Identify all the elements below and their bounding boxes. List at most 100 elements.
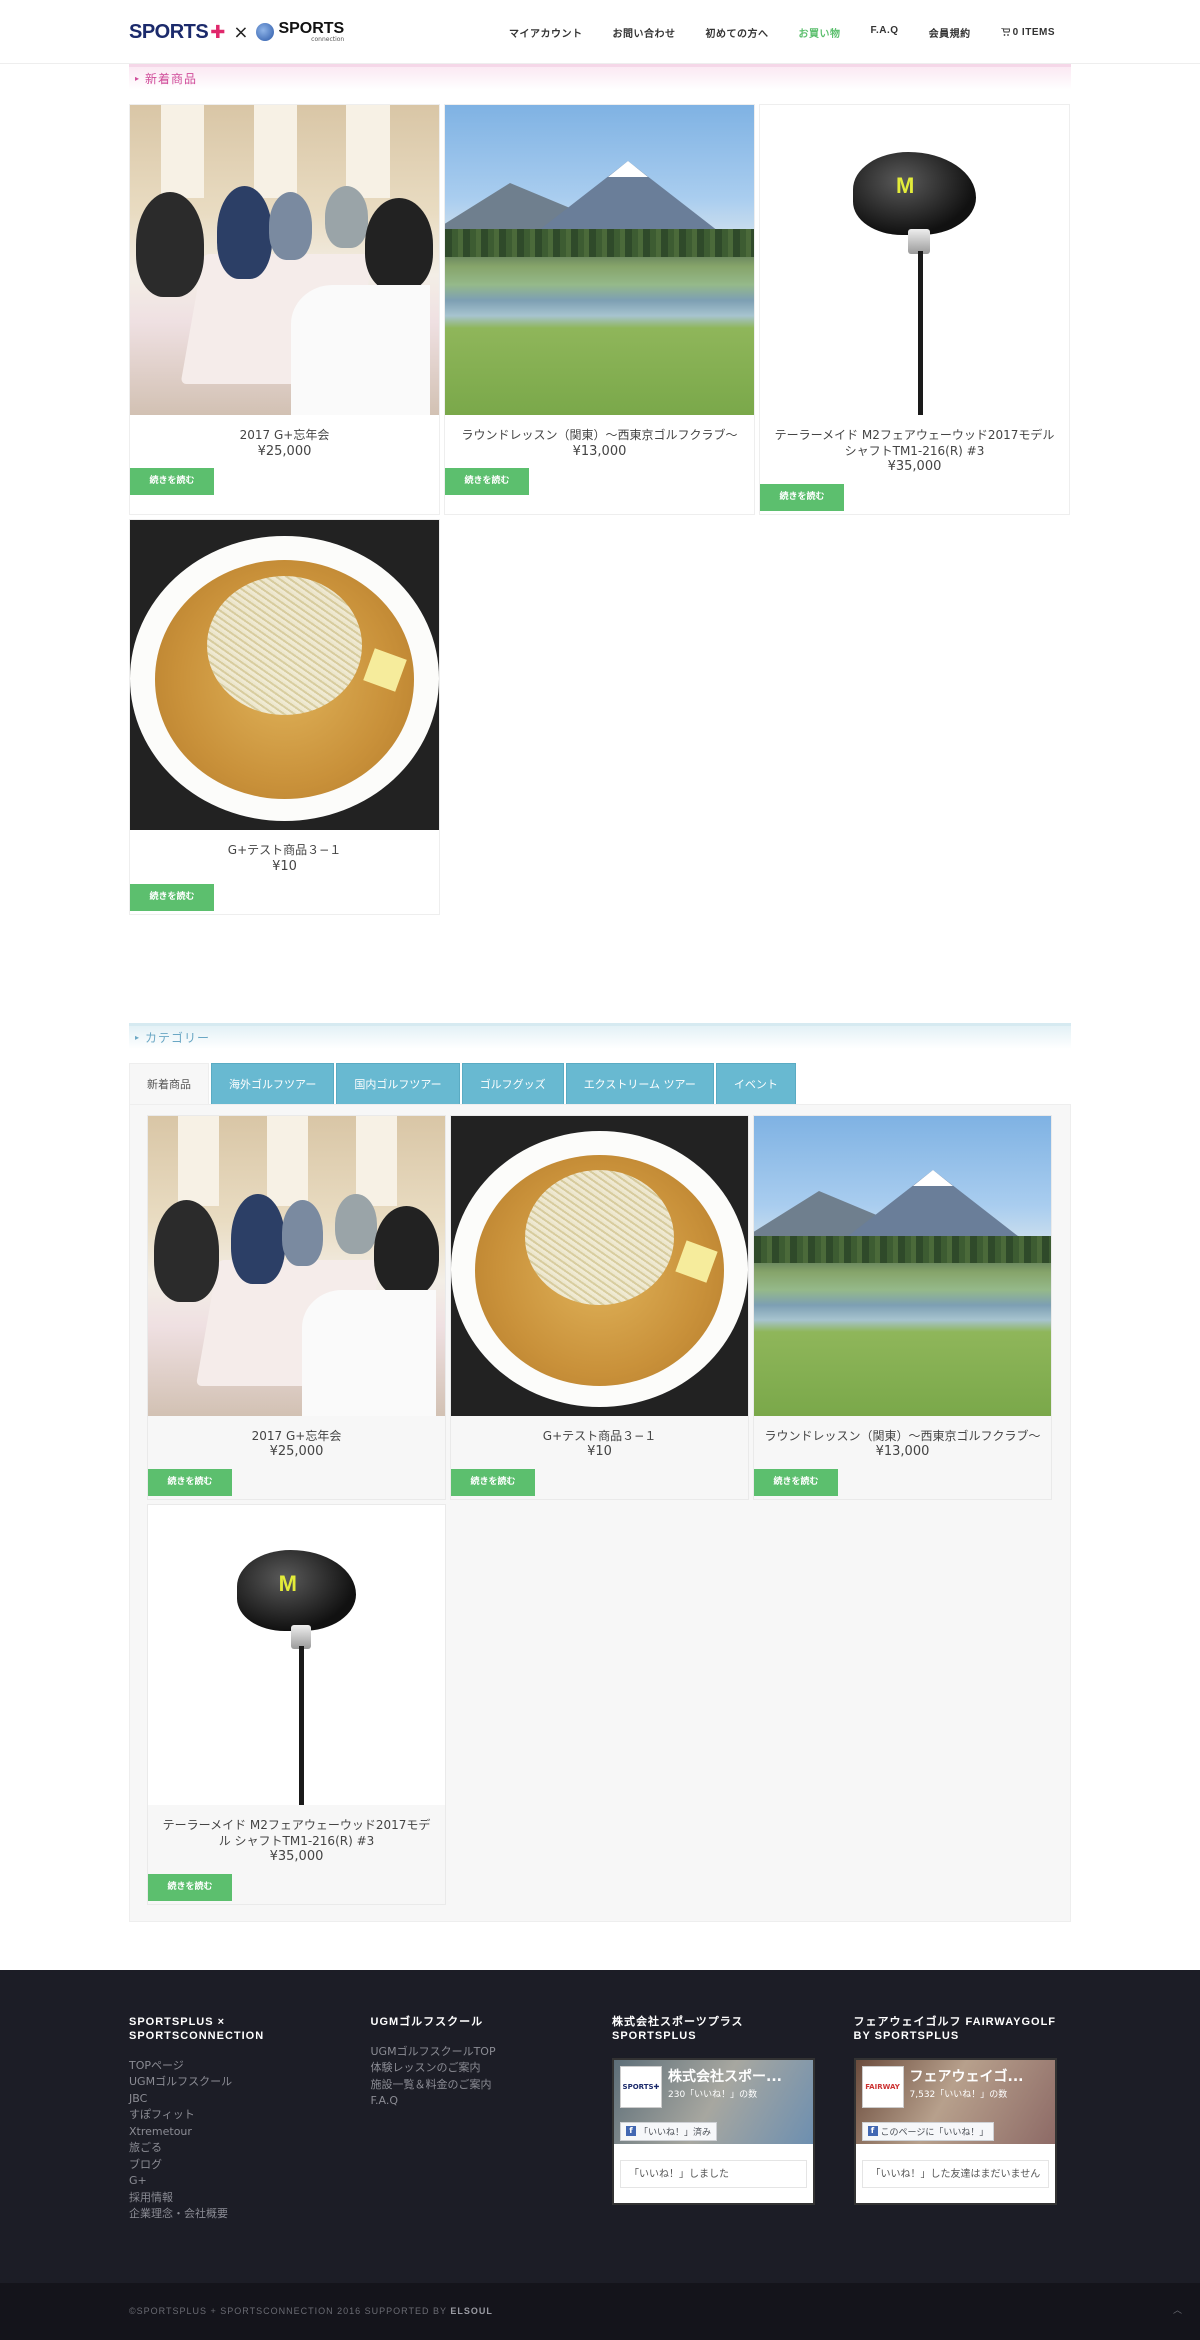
product-card: G+テスト商品３−１ ¥10 続きを読む	[129, 519, 440, 915]
tab-panel: 2017 G+忘年会 ¥25,000 続きを読む G+テスト商品３−１ ¥10 …	[129, 1103, 1071, 1923]
read-more-button[interactable]: 続きを読む	[130, 883, 214, 911]
product-name[interactable]: G+テスト商品３−１	[461, 1429, 738, 1445]
facebook-like-button[interactable]: f 「いいね！」済み	[620, 2121, 718, 2141]
footer-link[interactable]: TOPページ	[129, 2058, 347, 2075]
nav-my-account[interactable]: マイアカウント	[494, 25, 598, 40]
product-image-ramen[interactable]	[130, 520, 439, 831]
tab-domestic-golf-tour[interactable]: 国内ゴルフツアー	[336, 1062, 460, 1104]
read-more-button[interactable]: 続きを読む	[451, 1469, 535, 1497]
footer-col-title: UGMゴルフスクール	[370, 2016, 484, 2029]
product-name[interactable]: 2017 G+忘年会	[158, 1429, 435, 1445]
nav-first-time[interactable]: 初めての方へ	[691, 25, 784, 40]
footer-col-title: フェアウェイゴルフ FAIRWAYGOLF BY SPORTSPLUS	[853, 2016, 1057, 2042]
product-card: 2017 G+忘年会 ¥25,000 続きを読む	[147, 1114, 446, 1501]
tab-golf-goods[interactable]: ゴルフグッズ	[461, 1062, 564, 1104]
facebook-like-button[interactable]: f このページに「いいね！」	[861, 2121, 995, 2141]
site-logo[interactable]: SPORTS ✚ × SPORTS connection	[129, 21, 344, 44]
read-more-button[interactable]: 続きを読む	[760, 484, 844, 512]
product-name[interactable]: ラウンドレッスン（関東）〜西東京ゴルフクラブ〜	[455, 428, 744, 444]
footer-link[interactable]: UGMゴルフスクールTOP	[371, 2044, 589, 2061]
product-name[interactable]: テーラーメイド M2フェアウェーウッド2017モデル シャフトTM1-216(R…	[770, 428, 1059, 459]
facebook-page-name[interactable]: 株式会社スポー...	[668, 2066, 782, 2086]
footer-link[interactable]: 企業理念・会社概要	[129, 2206, 347, 2223]
facebook-widget[interactable]: FAIRWAY フェアウェイゴ... 7,532「いいね！」の数 f このページ…	[853, 2057, 1057, 2205]
product-name[interactable]: G+テスト商品３−１	[140, 843, 429, 859]
facebook-icon: f	[867, 2126, 878, 2137]
category-grid: 2017 G+忘年会 ¥25,000 続きを読む G+テスト商品３−１ ¥10 …	[147, 1114, 1053, 1906]
product-image-golf-club[interactable]: M	[148, 1505, 445, 1806]
category-tabs: 新着商品 海外ゴルフツアー 国内ゴルフツアー ゴルフグッズ エクストリーム ツア…	[129, 1062, 1071, 1104]
nav-shopping[interactable]: お買い物	[784, 25, 856, 40]
product-image-party[interactable]	[148, 1115, 445, 1416]
facebook-like-label: このページに「いいね！」	[880, 2127, 989, 2138]
categories-heading: ▸ カテゴリー	[129, 1022, 1071, 1049]
site-header: SPORTS ✚ × SPORTS connection マイアカウント お問い…	[0, 0, 1200, 64]
footer-link[interactable]: Xtremetour	[129, 2124, 347, 2141]
categories-title: カテゴリー	[145, 1030, 211, 1045]
tab-event[interactable]: イベント	[715, 1062, 796, 1104]
footer-col-fairway: フェアウェイゴルフ FAIRWAYGOLF BY SPORTSPLUS FAIR…	[853, 2016, 1072, 2223]
product-card: G+テスト商品３−１ ¥10 続きを読む	[450, 1114, 749, 1501]
footer-col-title: SPORTSPLUS × SPORTSCONNECTION	[129, 2016, 265, 2042]
tab-new-items[interactable]: 新着商品	[129, 1062, 209, 1104]
tab-extreme-tour[interactable]: エクストリーム ツアー	[565, 1062, 714, 1104]
categories-section: ▸ カテゴリー 新着商品 海外ゴルフツアー 国内ゴルフツアー ゴルフグッズ エク…	[129, 1022, 1071, 1923]
arrow-icon: ▸	[135, 1032, 141, 1042]
nav-terms[interactable]: 会員規約	[914, 25, 986, 40]
read-more-button[interactable]: 続きを読む	[148, 1874, 232, 1902]
product-card: M テーラーメイド M2フェアウェーウッド2017モデル シャフトTM1-216…	[147, 1504, 446, 1906]
back-to-top-icon[interactable]: ︿	[1173, 2303, 1191, 2321]
logo-plus-icon: ✚	[210, 21, 226, 43]
footer-col-ugm: UGMゴルフスクール UGMゴルフスクールTOP 体験レッスンのご案内 施設一覧…	[371, 2016, 589, 2223]
footer-link[interactable]: G+	[129, 2173, 347, 2190]
copyright-brand-link[interactable]: ELSOUL	[450, 2306, 493, 2316]
product-image-party[interactable]	[130, 105, 439, 415]
footer-link[interactable]: JBC	[129, 2091, 347, 2108]
product-image-golf-course[interactable]	[445, 105, 754, 415]
product-image-golf-course[interactable]	[754, 1115, 1051, 1416]
nav-cart[interactable]: 0 ITEMS	[986, 25, 1071, 40]
footer-link[interactable]: 採用情報	[129, 2190, 347, 2207]
product-name[interactable]: 2017 G+忘年会	[140, 428, 429, 444]
footer-col-title: 株式会社スポーツプラス SPORTSPLUS	[612, 2016, 744, 2042]
facebook-status: 「いいね！」した友達はまだいません	[861, 2159, 1049, 2188]
product-price: ¥10	[587, 1444, 612, 1460]
read-more-button[interactable]: 続きを読む	[754, 1469, 838, 1497]
copyright-prefix: ©SPORTSPLUS + SPORTSCONNECTION 2016 SUPP…	[129, 2306, 447, 2317]
product-image-golf-club[interactable]: M	[760, 105, 1069, 415]
nav-faq[interactable]: F.A.Q	[856, 25, 914, 40]
product-image-ramen[interactable]	[451, 1115, 748, 1416]
new-items-grid: 2017 G+忘年会 ¥25,000 続きを読む ラウンドレッスン（関東）〜西東…	[129, 104, 1071, 915]
read-more-button[interactable]: 続きを読む	[130, 468, 214, 496]
product-card: 2017 G+忘年会 ¥25,000 続きを読む	[129, 104, 440, 516]
facebook-avatar: FAIRWAY	[861, 2065, 904, 2108]
product-price: ¥35,000	[269, 1849, 324, 1865]
read-more-button[interactable]: 続きを読む	[148, 1469, 232, 1497]
facebook-widget[interactable]: SPORTS✚ 株式会社スポー... 230「いいね！」の数 f 「いいね！」済…	[612, 2057, 815, 2205]
facebook-page-name[interactable]: フェアウェイゴ...	[910, 2066, 1024, 2086]
new-items-heading: ▸ 新着商品	[129, 64, 1071, 90]
nav-contact[interactable]: お問い合わせ	[598, 25, 691, 40]
footer-link[interactable]: すぽフィット	[129, 2107, 347, 2124]
facebook-avatar: SPORTS✚	[620, 2065, 662, 2108]
footer-link[interactable]: ブログ	[129, 2157, 347, 2174]
footer-link[interactable]: UGMゴルフスクール	[129, 2074, 347, 2091]
logo-cross: ×	[233, 21, 249, 43]
cart-icon	[1000, 28, 1010, 36]
product-price: ¥35,000	[887, 459, 942, 475]
facebook-like-count: 230「いいね！」の数	[668, 2089, 758, 2100]
logo-sc-text: SPORTS	[278, 20, 345, 37]
footer-link[interactable]: F.A.Q	[371, 2093, 589, 2110]
footer-link[interactable]: 体験レッスンのご案内	[371, 2060, 589, 2077]
product-card: M テーラーメイド M2フェアウェーウッド2017モデル シャフトTM1-216…	[759, 104, 1070, 516]
footer-link[interactable]: 施設一覧＆料金のご案内	[371, 2077, 589, 2094]
footer-col-company: 株式会社スポーツプラス SPORTSPLUS SPORTS✚ 株式会社スポー..…	[612, 2016, 830, 2223]
footer-link[interactable]: 旅ごる	[129, 2140, 347, 2157]
facebook-icon: f	[626, 2126, 636, 2137]
product-name[interactable]: ラウンドレッスン（関東）〜西東京ゴルフクラブ〜	[764, 1429, 1041, 1445]
read-more-button[interactable]: 続きを読む	[445, 468, 529, 496]
facebook-status: 「いいね！」しました	[620, 2159, 807, 2188]
product-name[interactable]: テーラーメイド M2フェアウェーウッド2017モデル シャフトTM1-216(R…	[158, 1818, 435, 1849]
copyright-bar: ©SPORTSPLUS + SPORTSCONNECTION 2016 SUPP…	[0, 2282, 1200, 2340]
tab-overseas-golf-tour[interactable]: 海外ゴルフツアー	[211, 1062, 335, 1104]
